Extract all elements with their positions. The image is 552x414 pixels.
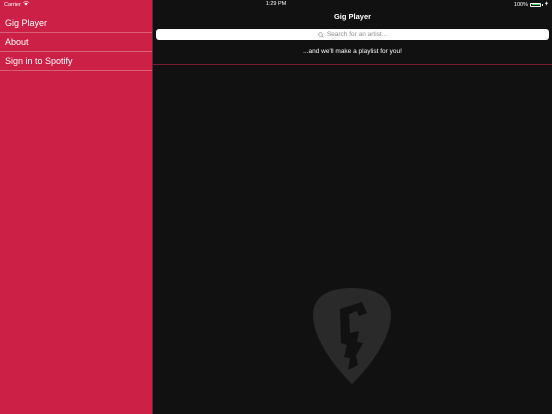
status-right: 100% (514, 1, 548, 8)
status-bar: Carrier 1:29 PM 100% (0, 0, 552, 9)
sidebar-item-gig-player[interactable]: Gig Player (0, 14, 152, 33)
main-panel: Gig Player Search for an artist... ...an… (153, 0, 552, 414)
page-title: Gig Player (333, 12, 372, 21)
search-input[interactable]: Search for an artist... (156, 29, 549, 40)
search-placeholder: Search for an artist... (326, 31, 388, 38)
guitar-pick-logo-icon (310, 285, 394, 387)
sidebar-item-about[interactable]: About (0, 33, 152, 52)
battery-percent: 100% (513, 1, 528, 8)
search-icon (318, 31, 324, 38)
battery-tip (542, 3, 543, 6)
sidebar-list: Gig Player About Sign in to Spotify (0, 14, 152, 71)
battery-level-fill (531, 4, 540, 5)
header-separator (153, 64, 552, 65)
subtitle-text: ...and we'll make a playlist for you! (303, 48, 402, 55)
charging-icon (545, 1, 548, 8)
app-screen: Carrier 1:29 PM 100% Gig Player About Si… (0, 0, 552, 414)
status-time: 1:29 PM (265, 1, 287, 7)
sidebar-item-sign-in-spotify[interactable]: Sign in to Spotify (0, 52, 152, 71)
sidebar-menu: Gig Player About Sign in to Spotify (0, 0, 152, 414)
battery-icon (530, 2, 541, 7)
